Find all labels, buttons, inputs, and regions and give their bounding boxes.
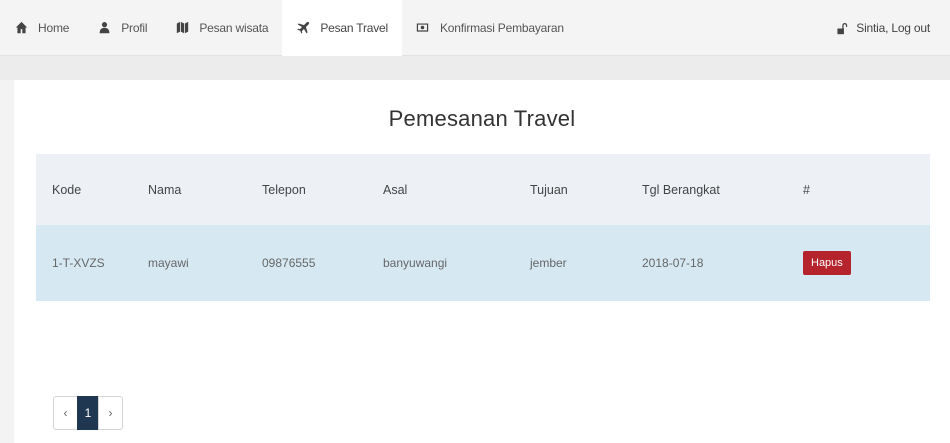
col-header-tujuan: Tujuan — [530, 182, 568, 197]
nav-pesan-wisata[interactable]: Pesan wisata — [161, 0, 282, 56]
pagination-prev-button[interactable]: ‹ — [53, 396, 78, 430]
col-header-telepon: Telepon — [262, 182, 306, 197]
pagination-page-1[interactable]: 1 — [77, 396, 99, 430]
table-row: 1-T-XVZS mayawi 09876555 banyuwangi jemb… — [36, 225, 930, 301]
col-header-kode: Kode — [52, 182, 82, 197]
nav-profil[interactable]: Profil — [83, 0, 161, 56]
top-navbar: Home Profil Pesan wisata Pesan Travel Ko… — [0, 0, 950, 56]
cell-kode: 1-T-XVZS — [52, 256, 105, 270]
pagination: ‹ 1 › — [53, 396, 123, 430]
nav-logout[interactable]: Sintia, Log out — [820, 0, 944, 56]
nav-konfirmasi-pembayaran[interactable]: Konfirmasi Pembayaran — [402, 0, 578, 56]
col-header-tgl-berangkat: Tgl Berangkat — [642, 182, 720, 197]
nav-pesan-travel[interactable]: Pesan Travel — [282, 0, 402, 56]
plane-icon — [296, 21, 310, 35]
nav-home[interactable]: Home — [0, 0, 83, 56]
pagination-next-button[interactable]: › — [98, 396, 123, 430]
user-icon — [97, 21, 111, 35]
col-header-nama: Nama — [148, 182, 182, 197]
cell-nama: mayawi — [148, 256, 189, 270]
nav-pesan-travel-label: Pesan Travel — [320, 20, 388, 35]
cell-telepon: 09876555 — [262, 256, 316, 270]
col-header-asal: Asal — [383, 182, 408, 197]
content-panel: Pemesanan Travel Kode Nama Telepon Asal … — [14, 80, 950, 443]
nav-pesan-wisata-label: Pesan wisata — [199, 20, 269, 35]
cell-tujuan: jember — [530, 256, 567, 270]
cell-action: Hapus — [803, 225, 930, 301]
unlock-icon — [834, 21, 848, 35]
nav-profil-label: Profil — [121, 20, 148, 35]
money-icon — [416, 21, 430, 35]
page-title: Pemesanan Travel — [388, 106, 576, 131]
bookings-table: Kode Nama Telepon Asal Tujuan Tgl Berang… — [36, 154, 930, 301]
delete-button[interactable]: Hapus — [803, 251, 851, 275]
cell-asal: banyuwangi — [383, 256, 448, 270]
nav-home-label: Home — [38, 20, 70, 35]
nav-konfirmasi-label: Konfirmasi Pembayaran — [439, 20, 564, 35]
map-icon — [175, 21, 189, 35]
cell-tgl-berangkat: 2018-07-18 — [642, 256, 704, 270]
table-header-row: Kode Nama Telepon Asal Tujuan Tgl Berang… — [36, 154, 930, 225]
subheader-bar — [0, 56, 950, 80]
nav-user-label: Sintia, Log out — [856, 21, 930, 35]
home-icon — [14, 21, 28, 35]
col-header-action: # — [803, 182, 810, 197]
